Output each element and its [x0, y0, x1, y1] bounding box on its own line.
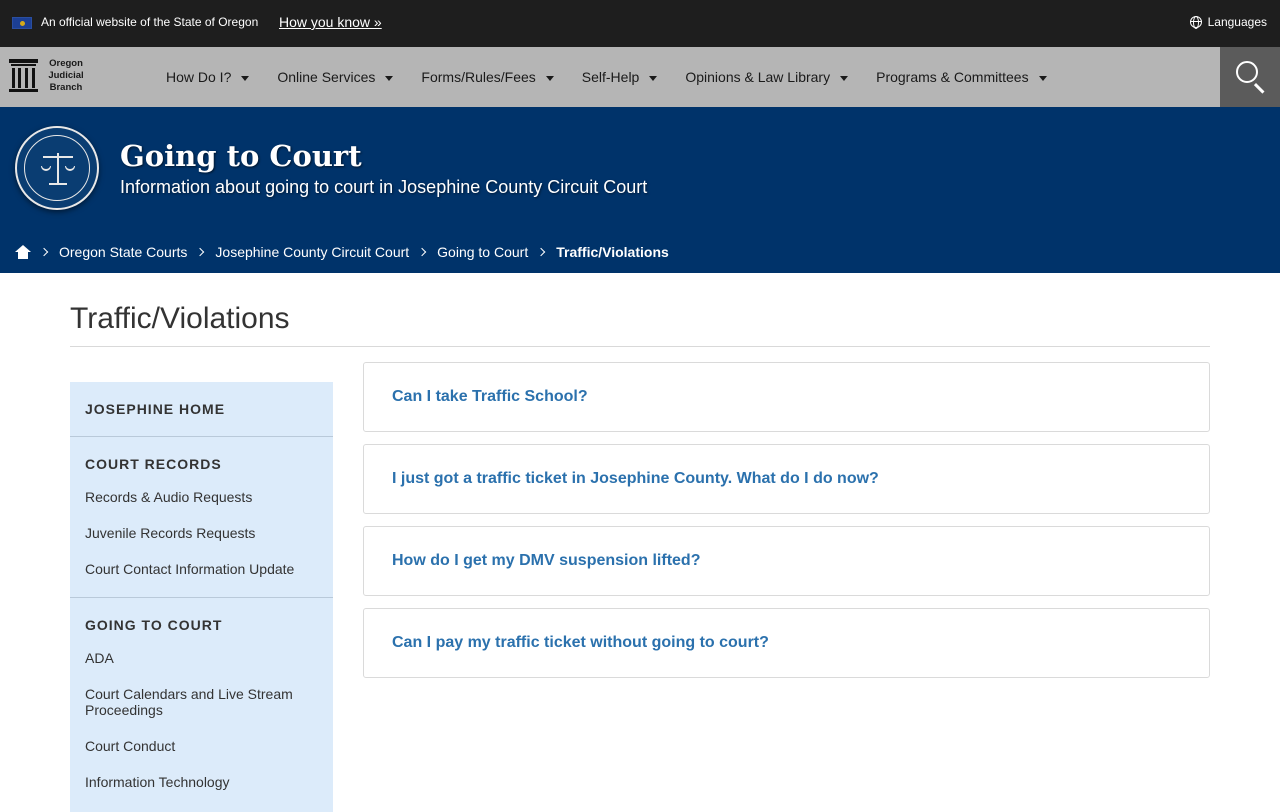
ojd-logo[interactable]: Oregon Judicial Branch: [9, 58, 89, 95]
nav-label: Online Services: [277, 69, 376, 85]
caret-down-icon: [1038, 75, 1047, 81]
faq-question: Can I take Traffic School?: [392, 388, 588, 405]
title-divider: [70, 346, 1210, 347]
nav-label: Self-Help: [581, 69, 640, 85]
nav-label: Opinions & Law Library: [685, 69, 831, 85]
sidebar-item-information-technology[interactable]: Information Technology: [70, 774, 333, 790]
breadcrumb-going-to-court[interactable]: Going to Court: [437, 244, 528, 260]
pillar-icon: [9, 59, 38, 92]
nav-programs-committees[interactable]: Programs & Committees: [876, 69, 1047, 85]
nav-how-do-i[interactable]: How Do I?: [166, 69, 250, 85]
faq-question: I just got a traffic ticket in Josephine…: [392, 470, 879, 487]
hero-subtitle: Information about going to court in Jose…: [120, 177, 648, 197]
judicial-seal-icon: [15, 126, 99, 210]
page-title: Traffic/Violations: [70, 302, 290, 335]
breadcrumb-oregon-state-courts[interactable]: Oregon State Courts: [59, 244, 187, 260]
faq-question: How do I get my DMV suspension lifted?: [392, 552, 701, 569]
caret-down-icon: [241, 75, 250, 81]
caret-down-icon: [385, 75, 394, 81]
hero-title: Going to Court: [120, 139, 362, 173]
faq-card-pay-ticket[interactable]: Can I pay my traffic ticket without goin…: [363, 608, 1210, 678]
sidebar-item-contact-update[interactable]: Court Contact Information Update: [70, 561, 333, 577]
faq-card-got-ticket[interactable]: I just got a traffic ticket in Josephine…: [363, 444, 1210, 514]
chevron-right-icon: [196, 247, 205, 257]
globe-icon: [1189, 16, 1202, 29]
sidebar-section-going: GOING TO COURT ADA Court Calendars and L…: [70, 598, 333, 790]
search-icon: [1236, 61, 1258, 83]
chevron-right-icon: [39, 247, 49, 257]
faq-question: Can I pay my traffic ticket without goin…: [392, 634, 769, 651]
caret-down-icon: [545, 75, 554, 81]
sidebar-item-court-conduct[interactable]: Court Conduct: [70, 738, 333, 754]
main-navigation: Oregon Judicial Branch How Do I? Online …: [0, 47, 1280, 107]
caret-down-icon: [649, 75, 658, 81]
search-button[interactable]: [1220, 47, 1280, 107]
sidebar-section-home: JOSEPHINE HOME: [70, 382, 333, 437]
sidebar-item-josephine-home[interactable]: JOSEPHINE HOME: [70, 382, 333, 436]
home-icon[interactable]: [15, 245, 31, 259]
nav-menu: How Do I? Online Services Forms/Rules/Fe…: [166, 47, 1075, 107]
sidebar-nav: JOSEPHINE HOME COURT RECORDS Records & A…: [70, 382, 333, 812]
faq-card-dmv-suspension[interactable]: How do I get my DMV suspension lifted?: [363, 526, 1210, 596]
nav-label: How Do I?: [166, 69, 232, 85]
breadcrumb-josephine-county[interactable]: Josephine County Circuit Court: [215, 244, 409, 260]
faq-card-traffic-school[interactable]: Can I take Traffic School?: [363, 362, 1210, 432]
nav-opinions-law-library[interactable]: Opinions & Law Library: [685, 69, 849, 85]
caret-down-icon: [840, 75, 849, 81]
sidebar-item-court-calendars[interactable]: Court Calendars and Live Stream Proceedi…: [70, 686, 333, 718]
chevron-right-icon: [417, 247, 427, 257]
nav-self-help[interactable]: Self-Help: [582, 69, 658, 85]
sidebar-item-ada[interactable]: ADA: [70, 650, 333, 666]
how-you-know-link[interactable]: How you know »: [279, 14, 382, 30]
sidebar-item-records-audio[interactable]: Records & Audio Requests: [70, 489, 333, 505]
sidebar-heading-court-records[interactable]: COURT RECORDS: [70, 437, 333, 489]
sidebar-section-records: COURT RECORDS Records & Audio Requests J…: [70, 437, 333, 598]
breadcrumb: Oregon State Courts Josephine County Cir…: [15, 244, 669, 260]
nav-label: Forms/Rules/Fees: [421, 69, 536, 85]
languages-label: Languages: [1207, 15, 1267, 29]
nav-online-services[interactable]: Online Services: [277, 69, 394, 85]
hero-banner: Going to Court Information about going t…: [0, 107, 1280, 273]
official-banner: An official website of the State of Oreg…: [0, 0, 1280, 47]
chevron-right-icon: [536, 247, 546, 257]
oregon-flag-icon: [12, 17, 32, 29]
breadcrumb-current: Traffic/Violations: [556, 244, 669, 260]
languages-button[interactable]: Languages: [1189, 15, 1267, 29]
official-site-text: An official website of the State of Oreg…: [41, 15, 259, 29]
logo-text: Oregon Judicial Branch: [48, 58, 84, 93]
sidebar-item-juvenile-records[interactable]: Juvenile Records Requests: [70, 525, 333, 541]
nav-label: Programs & Committees: [876, 69, 1029, 85]
nav-forms-rules-fees[interactable]: Forms/Rules/Fees: [421, 69, 554, 85]
sidebar-heading-going-to-court[interactable]: GOING TO COURT: [70, 598, 333, 650]
